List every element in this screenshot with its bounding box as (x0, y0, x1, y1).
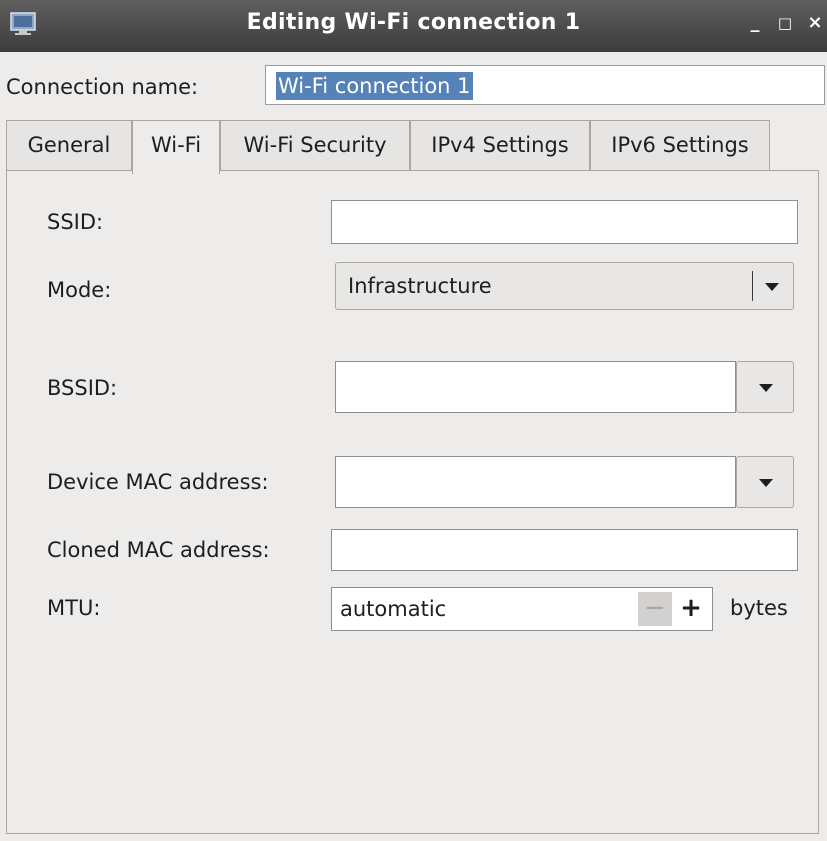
tab-general[interactable]: General (6, 120, 132, 170)
mode-label: Mode: (47, 278, 112, 302)
mode-value: Infrastructure (348, 274, 492, 298)
connection-name-label: Connection name: (6, 75, 199, 99)
device-mac-input[interactable] (335, 456, 736, 508)
mtu-spinbutton[interactable]: automatic − + (331, 587, 713, 631)
mtu-value: automatic (340, 597, 447, 621)
ssid-label: SSID: (47, 210, 104, 234)
mtu-increment-button[interactable]: + (674, 592, 708, 626)
tab-ipv6-settings[interactable]: IPv6 Settings (590, 120, 770, 170)
window-title: Editing Wi-Fi connection 1 (246, 10, 581, 35)
device-mac-dropdown-button[interactable] (736, 456, 794, 508)
mtu-label: MTU: (47, 596, 101, 620)
title-bar[interactable]: Editing Wi-Fi connection 1 _ □ × (0, 0, 827, 52)
device-mac-combo (335, 456, 794, 508)
connection-name-input[interactable]: Wi-Fi connection 1 (265, 65, 825, 105)
connection-name-value: Wi-Fi connection 1 (276, 72, 473, 100)
chevron-down-icon (759, 479, 773, 487)
minimize-button[interactable]: _ (745, 10, 765, 36)
mode-select[interactable]: Infrastructure (335, 262, 794, 310)
chevron-down-icon (759, 384, 773, 392)
maximize-button[interactable]: □ (775, 10, 795, 36)
device-mac-label: Device MAC address: (47, 470, 269, 494)
tab-wifi[interactable]: Wi-Fi (132, 120, 220, 174)
mode-select-separator (752, 271, 753, 301)
bssid-label: BSSID: (47, 376, 118, 400)
mtu-unit-label: bytes (730, 596, 788, 620)
connection-editor-window: Editing Wi-Fi connection 1 _ □ × Connect… (0, 0, 827, 841)
cloned-mac-input[interactable] (331, 529, 798, 571)
close-button[interactable]: × (805, 10, 825, 36)
chevron-down-icon (765, 283, 779, 291)
bssid-input[interactable] (335, 361, 736, 413)
mtu-decrement-button[interactable]: − (638, 592, 672, 626)
ssid-input[interactable] (331, 200, 798, 244)
bssid-dropdown-button[interactable] (736, 361, 794, 413)
cloned-mac-label: Cloned MAC address: (47, 538, 270, 562)
tab-ipv4-settings[interactable]: IPv4 Settings (410, 120, 590, 170)
tab-wifi-security[interactable]: Wi-Fi Security (220, 120, 410, 170)
bssid-combo (335, 361, 794, 413)
